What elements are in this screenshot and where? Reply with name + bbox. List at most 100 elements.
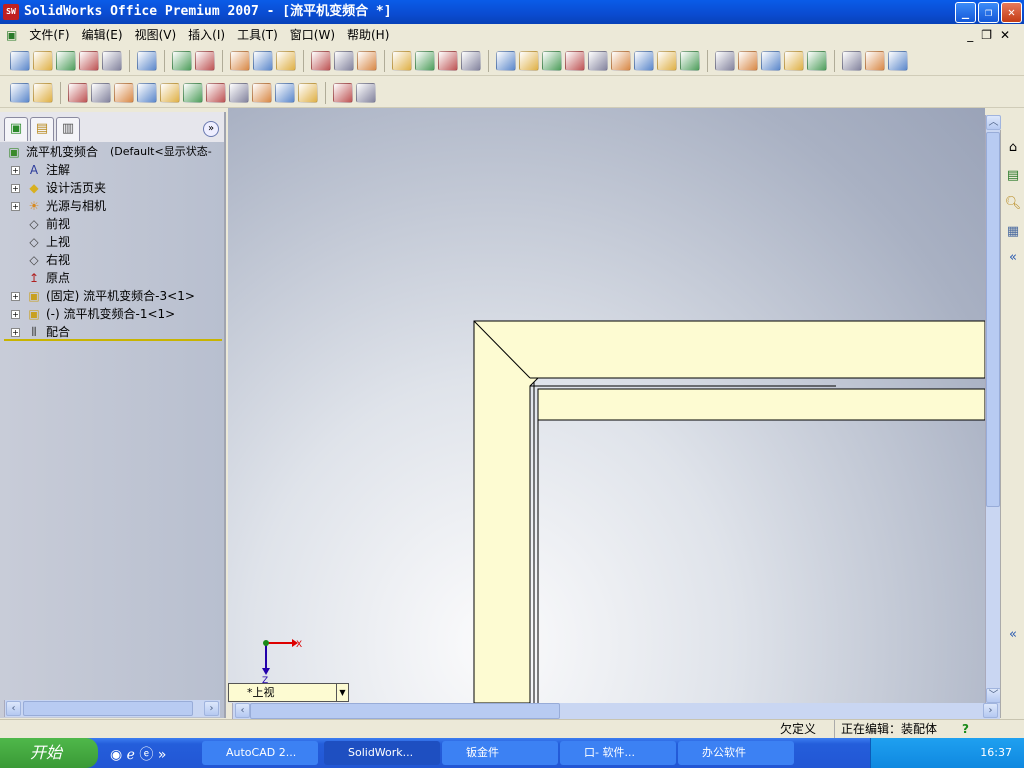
filter-icon[interactable] <box>253 50 273 71</box>
rotate-icon[interactable] <box>611 50 631 71</box>
interference-icon[interactable] <box>160 82 180 103</box>
scroll-up-icon[interactable]: ︿ <box>986 115 1001 130</box>
tree-item[interactable]: ◇ 右视 <box>0 251 224 269</box>
viewport-horizontal-scrollbar[interactable]: ‹ › <box>232 703 1000 719</box>
expand-icon[interactable]: + <box>11 291 20 301</box>
collapse-pane-icon[interactable]: « <box>1003 248 1023 268</box>
menu-item[interactable]: 工具(T) <box>231 24 284 46</box>
zoom-area-icon[interactable] <box>542 50 562 71</box>
rotate-component-icon[interactable] <box>137 82 157 103</box>
expand-icon[interactable]: + <box>11 309 20 319</box>
menu-item[interactable]: 视图(V) <box>129 24 183 46</box>
close-button[interactable]: ✕ <box>1001 2 1022 23</box>
undo-icon[interactable] <box>172 50 192 71</box>
left-horizontal-scrollbar[interactable]: ‹ › <box>4 700 220 717</box>
view-palette-icon[interactable]: ▦ <box>1003 222 1023 242</box>
home-icon[interactable]: ⌂ <box>1003 138 1023 158</box>
view-orient-icon[interactable] <box>657 50 677 71</box>
options-icon[interactable] <box>438 50 458 71</box>
mate-icon[interactable] <box>183 82 203 103</box>
tree-root[interactable]: ▣ 流平机变频合 (Default<显示状态- <box>0 143 224 161</box>
shaded-edges-icon[interactable] <box>784 50 804 71</box>
zoom-fit-icon[interactable] <box>519 50 539 71</box>
open-icon[interactable] <box>33 50 53 71</box>
help-icon[interactable] <box>461 50 481 71</box>
section-icon[interactable] <box>842 50 862 71</box>
help-icon[interactable]: ? <box>962 720 969 739</box>
hidden-lines-icon[interactable] <box>738 50 758 71</box>
component-icon[interactable] <box>10 82 30 103</box>
taskbar-button[interactable]: SolidWork... <box>324 741 440 765</box>
sketch-icon[interactable] <box>496 50 516 71</box>
solidworks-icon[interactable] <box>392 50 412 71</box>
perspective-icon[interactable] <box>865 50 885 71</box>
scroll-down-icon[interactable]: ﹀ <box>986 688 1001 703</box>
shaded-icon[interactable] <box>807 50 827 71</box>
tree-item[interactable]: + ▣ (-) 流平机变频合-1<1> <box>0 305 224 323</box>
design-library-icon[interactable]: ▤ <box>1003 166 1023 186</box>
measure-icon[interactable] <box>357 50 377 71</box>
smart-dimension-icon[interactable] <box>33 82 53 103</box>
tree-item[interactable]: + ☀ 光源与相机 <box>0 197 224 215</box>
standard-views-icon[interactable] <box>680 50 700 71</box>
tree-item[interactable]: + A 注解 <box>0 161 224 179</box>
doc-window-controls[interactable]: _❐✕ <box>967 24 1018 46</box>
hide-icon[interactable] <box>91 82 111 103</box>
restore-button[interactable]: ❐ <box>978 2 999 23</box>
insert-component-icon[interactable] <box>68 82 88 103</box>
print-preview-icon[interactable] <box>79 50 99 71</box>
move-icon[interactable] <box>114 82 134 103</box>
tree-item[interactable]: + ◆ 设计活页夹 <box>0 179 224 197</box>
scroll-right-icon[interactable]: › <box>204 701 219 716</box>
expand-icon[interactable]: + <box>11 183 20 193</box>
configmanager-tab[interactable]: ▥ <box>56 117 80 141</box>
viewport-vertical-scrollbar[interactable]: ︿ ﹀ <box>985 115 1001 703</box>
start-button[interactable]: 开始 <box>0 738 98 768</box>
tree-item[interactable]: ◇ 上视 <box>0 233 224 251</box>
scroll-left-icon[interactable]: ‹ <box>6 701 21 716</box>
taskbar-button[interactable]: 钣金件 <box>442 741 558 765</box>
expand-icon[interactable]: + <box>11 327 20 337</box>
smart-fastener-icon[interactable] <box>206 82 226 103</box>
equation-icon[interactable] <box>334 50 354 71</box>
graphics-viewport[interactable]: X Z *上视 ▼ <box>228 108 985 703</box>
chevron-down-icon[interactable]: ▼ <box>336 684 348 701</box>
propertymanager-tab[interactable]: ▤ <box>30 117 54 141</box>
minimize-button[interactable]: _ <box>955 2 976 23</box>
assembly-icon[interactable] <box>102 50 122 71</box>
exploded-line-icon[interactable] <box>275 82 295 103</box>
menu-item[interactable]: 窗口(W) <box>284 24 341 46</box>
file-explorer-icon[interactable]: 🔍︎ <box>1003 194 1023 214</box>
redo-icon[interactable] <box>195 50 215 71</box>
scroll-thumb[interactable] <box>986 132 1000 507</box>
expand-icon[interactable]: + <box>11 201 20 211</box>
tree-item[interactable]: ↥ 原点 <box>0 269 224 287</box>
rollback-bar[interactable] <box>4 339 222 341</box>
quick-launch-icons[interactable]: ◉ ℯ ⓔ » <box>110 744 166 764</box>
select-icon[interactable] <box>230 50 250 71</box>
scroll-left-icon[interactable]: ‹ <box>235 703 250 718</box>
wireframe-icon[interactable] <box>715 50 735 71</box>
featuremanager-tab[interactable]: ▣ <box>4 117 28 141</box>
window-icon[interactable] <box>415 50 435 71</box>
gear-icon[interactable] <box>356 82 376 103</box>
zoom-prev-icon[interactable] <box>588 50 608 71</box>
expand-pane-icon[interactable]: « <box>1003 625 1023 645</box>
rebuild-icon[interactable] <box>276 50 296 71</box>
expand-icon[interactable]: + <box>11 165 20 175</box>
color-icon[interactable] <box>311 50 331 71</box>
taskbar-button[interactable]: 口- 软件... <box>560 741 676 765</box>
view-orientation-dropdown[interactable]: *上视 ▼ <box>228 683 349 702</box>
new-icon[interactable] <box>10 50 30 71</box>
hole-wizard-icon[interactable] <box>252 82 272 103</box>
tree-item[interactable]: ◇ 前视 <box>0 215 224 233</box>
menu-item[interactable]: 文件(F) <box>23 24 75 46</box>
collision-icon[interactable] <box>298 82 318 103</box>
taskbar-button[interactable]: 办公软件 <box>678 741 794 765</box>
menu-item[interactable]: 插入(I) <box>182 24 231 46</box>
taskbar-button[interactable]: AutoCAD 2... <box>202 741 318 765</box>
save-icon[interactable] <box>56 50 76 71</box>
scroll-right-icon[interactable]: › <box>983 703 998 718</box>
menu-item[interactable]: 编辑(E) <box>76 24 129 46</box>
tree-item[interactable]: + ▣ (固定) 流平机变频合-3<1> <box>0 287 224 305</box>
